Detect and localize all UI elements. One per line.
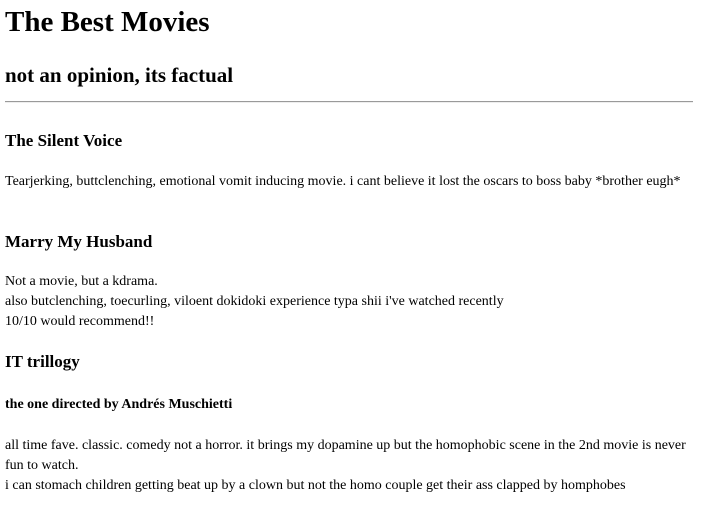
description-line: all time fave. classic. comedy not a hor… (5, 438, 686, 473)
description-line: Tearjerking, buttclenching, emotional vo… (5, 174, 681, 189)
divider (5, 101, 693, 103)
description-line: 10/10 would recommend!! (5, 314, 155, 329)
description-line: also butclenching, toecurling, viloent d… (5, 294, 504, 309)
description-line: i can stomach children getting beat up b… (5, 478, 626, 493)
movie-subheading-it-trillogy: the one directed by Andrés Muschietti (5, 397, 233, 412)
page-title: The Best Movies (5, 6, 210, 38)
movie-description-silent-voice: Tearjerking, buttclenching, emotional vo… (5, 172, 695, 192)
description-line: Not a movie, but a kdrama. (5, 274, 158, 289)
movie-description-marry-my-husband: Not a movie, but a kdrama. also butclenc… (5, 272, 695, 332)
page-subtitle: not an opinion, its factual (5, 63, 234, 87)
movie-title-it-trillogy: IT trillogy (5, 352, 80, 371)
movie-description-it-trillogy: all time fave. classic. comedy not a hor… (5, 436, 695, 496)
movie-title-silent-voice: The Silent Voice (5, 131, 123, 150)
movie-title-marry-my-husband: Marry My Husband (5, 232, 153, 251)
